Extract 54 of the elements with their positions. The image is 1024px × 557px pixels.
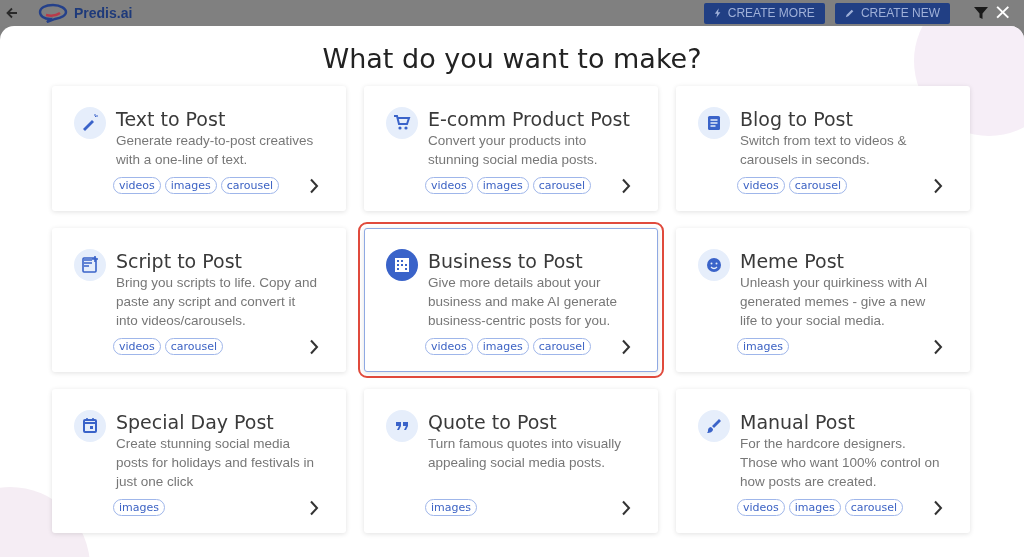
card-title: Text to Post xyxy=(116,107,227,131)
card-title: Script to Post xyxy=(116,249,243,273)
chevron-right-icon[interactable] xyxy=(933,499,943,516)
lightning-icon xyxy=(713,8,722,18)
logo-icon xyxy=(38,3,68,23)
wand-icon xyxy=(74,107,106,139)
chevron-right-icon[interactable] xyxy=(621,338,631,355)
pencil-icon xyxy=(844,8,855,18)
cart-icon xyxy=(386,107,418,139)
filter-icon[interactable] xyxy=(974,6,988,20)
card-description: Create stunning social media posts for holidays and festivals in just one click xyxy=(116,435,316,491)
post-type-card[interactable]: Manual Post For the hardcore designers. Those who want 100% control on how posts are created. videos images carousel xyxy=(676,389,970,533)
close-button[interactable]: × xyxy=(993,2,1012,22)
post-type-card[interactable]: Text to Post Generate ready-to-post creatives with a one-line of text. videos images carousel xyxy=(52,86,346,211)
logo-text: Predis.ai xyxy=(74,5,133,21)
card-description: Unleash your quirkiness with AI generated memes - give a new life to your social media. xyxy=(740,274,929,330)
back-arrow-icon[interactable] xyxy=(4,5,20,21)
card-description: Convert your products into stunning social media posts. xyxy=(428,132,599,169)
quote-icon xyxy=(386,410,418,442)
document-icon xyxy=(698,107,730,139)
card-title: Special Day Post xyxy=(116,410,275,434)
card-title: Meme Post xyxy=(740,249,846,273)
post-type-card[interactable]: Quote to Post Turn famous quotes into visually appealing social media posts. images xyxy=(364,389,658,533)
chevron-right-icon[interactable] xyxy=(309,338,319,355)
building-icon xyxy=(386,249,418,281)
chevron-right-icon[interactable] xyxy=(309,499,319,516)
calendar-icon xyxy=(74,410,106,442)
card-description: Give more details about your business and make AI generate business-centric posts for you. xyxy=(428,274,619,330)
card-description: Bring you scripts to life. Copy and paste any script and convert it into videos/carousels. xyxy=(116,274,319,330)
create-new-button[interactable]: CREATE NEW xyxy=(834,2,950,24)
card-title: Blog to Post xyxy=(740,107,854,131)
chevron-right-icon[interactable] xyxy=(933,338,943,355)
create-more-button[interactable]: CREATE MORE xyxy=(703,2,825,24)
card-description: Turn famous quotes into visually appealing social media posts. xyxy=(428,435,623,472)
post-type-card[interactable]: Special Day Post Create stunning social media posts for holidays and festivals in just one click images xyxy=(52,389,346,533)
chevron-right-icon[interactable] xyxy=(621,177,631,194)
chevron-right-icon[interactable] xyxy=(309,177,319,194)
card-title: Quote to Post xyxy=(428,410,558,434)
chevron-right-icon[interactable] xyxy=(621,499,631,516)
smiley-icon xyxy=(698,249,730,281)
note-plus-icon xyxy=(74,249,106,281)
chevron-right-icon[interactable] xyxy=(933,177,943,194)
modal-title: What do you want to make? xyxy=(321,42,703,76)
post-type-card[interactable]: Blog to Post Switch from text to videos & carousels in seconds. videos carousel xyxy=(676,86,970,211)
post-type-card[interactable]: Meme Post Unleash your quirkiness with AI generated memes - give a new life to your social media. images xyxy=(676,228,970,372)
card-description: For the hardcore designers. Those who want 100% control on how posts are created. xyxy=(740,435,941,491)
post-type-card[interactable]: Script to Post Bring you scripts to life. Copy and paste any script and convert it into videos/carousels. videos carousel xyxy=(52,228,346,372)
card-description: Generate ready-to-post creatives with a one-line of text. xyxy=(116,132,315,169)
brush-icon xyxy=(698,410,730,442)
card-description: Switch from text to videos & carousels in seconds. xyxy=(740,132,908,169)
card-title: Manual Post xyxy=(740,410,856,434)
card-title: E-comm Product Post xyxy=(428,107,631,131)
post-type-card[interactable]: E-comm Product Post Convert your products into stunning social media posts. videos images carousel xyxy=(364,86,658,211)
card-title: Business to Post xyxy=(428,249,584,273)
